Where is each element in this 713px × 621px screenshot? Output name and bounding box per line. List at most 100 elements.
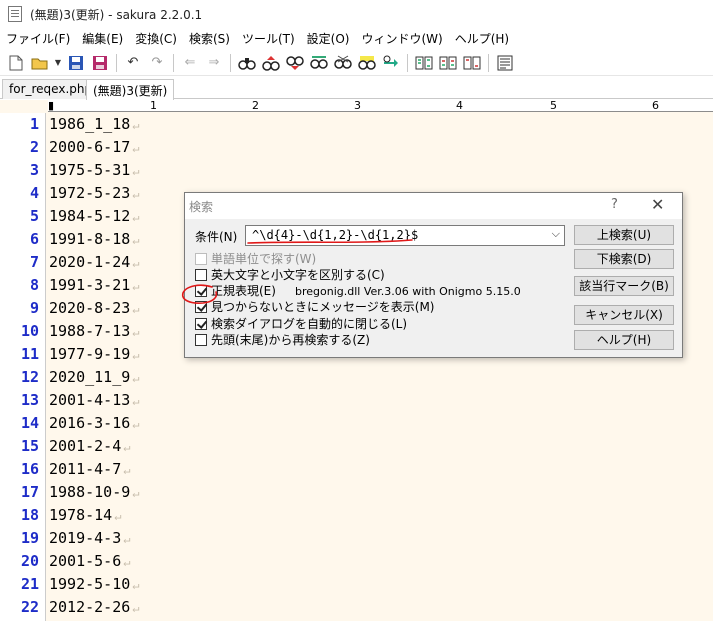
menu-convert[interactable]: 変換(C) [129, 30, 183, 47]
menu-tools[interactable]: ツール(T) [236, 30, 301, 47]
menu-search[interactable]: 検索(S) [183, 30, 236, 47]
line-content: 1975-5-31 [49, 161, 131, 179]
save-icon[interactable] [66, 53, 86, 73]
save-as-icon[interactable] [90, 53, 110, 73]
tab-untitled-3[interactable]: (無題)3(更新) [86, 79, 175, 100]
text-line[interactable]: 2012-2-26 ↵ [49, 598, 140, 616]
text-line[interactable]: 2020-1-24 ↵ [49, 253, 140, 271]
text-line[interactable]: 1991-3-21 ↵ [49, 276, 140, 294]
text-line[interactable]: 1988-7-13 ↵ [49, 322, 140, 340]
wrap-label: 先頭(末尾)から再検索する(Z) [211, 333, 370, 347]
line-number: 19 [20, 529, 39, 547]
eol-mark: ↵ [132, 233, 140, 247]
menu-window[interactable]: ウィンドウ(W) [355, 30, 448, 47]
wrap-checkbox[interactable] [195, 333, 207, 346]
search-up-icon[interactable] [261, 53, 281, 73]
open-folder-icon[interactable] [30, 53, 50, 73]
text-line[interactable]: 1972-5-23 ↵ [49, 184, 140, 202]
text-line[interactable]: 2019-4-3 ↵ [49, 529, 130, 547]
line-content: 1991-8-18 [49, 230, 131, 248]
cancel-button[interactable]: キャンセル(X) [574, 305, 674, 325]
eol-mark: ↵ [123, 555, 131, 569]
text-line[interactable]: 2001-2-4 ↵ [49, 437, 130, 455]
search-condition-combobox[interactable]: ^\d{4}-\d{1,2}-\d{1,2}$ ⌵ [245, 225, 565, 246]
menu-file[interactable]: ファイル(F) [0, 30, 76, 47]
mark-search-icon[interactable] [357, 53, 377, 73]
ruler: ▮ 1 2 3 4 5 6 [48, 100, 713, 112]
help-question-icon[interactable]: ? [611, 197, 618, 212]
toolbar: ▼ ↶ ↷ ⇐ ⇒ [0, 50, 713, 76]
text-line[interactable]: 1978-14 ↵ [49, 506, 121, 524]
eol-mark: ↵ [132, 578, 140, 592]
tab-for-reqex[interactable]: for_reqex.php [2, 79, 100, 99]
text-line[interactable]: 2000-6-17 ↵ [49, 138, 140, 156]
eol-mark: ↵ [132, 141, 140, 155]
menu-settings[interactable]: 設定(O) [301, 30, 356, 47]
menu-help[interactable]: ヘルプ(H) [449, 30, 515, 47]
notify-checkbox[interactable] [195, 300, 207, 313]
search-condition-input[interactable]: ^\d{4}-\d{1,2}-\d{1,2}$ [252, 228, 418, 242]
eol-mark: ↵ [114, 509, 122, 523]
search-binoculars-icon[interactable] [237, 53, 257, 73]
option-notify-not-found[interactable]: 見つからないときにメッセージを表示(M) [195, 299, 434, 314]
text-line[interactable]: 1992-5-10 ↵ [49, 575, 140, 593]
compare-icon[interactable] [414, 53, 434, 73]
chevron-down-icon[interactable]: ⌵ [552, 227, 560, 241]
dropdown-arrow-icon[interactable]: ▼ [54, 53, 62, 73]
text-line[interactable]: 1991-8-18 ↵ [49, 230, 140, 248]
line-number: 22 [20, 598, 39, 616]
help-button[interactable]: ヘルプ(H) [574, 330, 674, 350]
text-line[interactable]: 1977-9-19 ↵ [49, 345, 140, 363]
line-number: 16 [20, 460, 39, 478]
text-line[interactable]: 1986_1_18 ↵ [49, 115, 140, 133]
option-word-unit[interactable]: 単語単位で探す(W) [195, 251, 316, 266]
text-line[interactable]: 2020-8-23 ↵ [49, 299, 140, 317]
back-icon[interactable]: ⇐ [180, 53, 200, 73]
eol-mark: ↵ [132, 164, 140, 178]
new-file-icon[interactable] [6, 53, 26, 73]
ruler-label: 2 [252, 100, 259, 112]
text-line[interactable]: 1984-5-12 ↵ [49, 207, 140, 225]
text-line[interactable]: 2001-4-13 ↵ [49, 391, 140, 409]
menu-edit[interactable]: 編集(E) [76, 30, 129, 47]
match-case-checkbox[interactable] [195, 268, 207, 281]
text-line[interactable]: 1975-5-31 ↵ [49, 161, 140, 179]
text-line[interactable]: 2001-5-6 ↵ [49, 552, 130, 570]
option-match-case[interactable]: 英大文字と小文字を区別する(C) [195, 267, 385, 282]
dialog-title-bar: 検索 ? ✕ [185, 193, 682, 219]
option-auto-close[interactable]: 検索ダイアログを自動的に閉じる(L) [195, 316, 407, 331]
word-unit-checkbox[interactable] [195, 252, 207, 265]
mark-lines-button[interactable]: 該当行マーク(B) [574, 276, 674, 296]
text-line[interactable]: 1988-10-9 ↵ [49, 483, 140, 501]
outline-icon[interactable] [495, 53, 515, 73]
line-number: 7 [29, 253, 39, 271]
search-up-button[interactable]: 上検索(U) [574, 225, 674, 245]
diff-prev-icon[interactable] [462, 53, 482, 73]
text-line[interactable]: 2016-3-16 ↵ [49, 414, 140, 432]
jump-icon[interactable] [381, 53, 401, 73]
replace-icon[interactable] [309, 53, 329, 73]
forward-icon[interactable]: ⇒ [204, 53, 224, 73]
option-regex[interactable]: 正規表現(E) [195, 283, 276, 298]
text-line[interactable]: 2020_11_9 ↵ [49, 368, 140, 386]
redo-icon[interactable]: ↷ [147, 53, 167, 73]
regex-checkbox[interactable] [195, 284, 207, 297]
line-number-gutter: 1 2 3 4 5 6 7 8 9 10 11 12 13 14 15 16 1… [0, 113, 46, 621]
search-down-icon[interactable] [285, 53, 305, 73]
option-wrap-search[interactable]: 先頭(末尾)から再検索する(Z) [195, 332, 370, 347]
close-icon[interactable]: ✕ [651, 195, 664, 214]
auto-close-checkbox[interactable] [195, 317, 207, 330]
line-content: 2012-2-26 [49, 598, 131, 616]
text-line[interactable]: 2011-4-7 ↵ [49, 460, 130, 478]
undo-icon[interactable]: ↶ [123, 53, 143, 73]
eol-mark: ↵ [132, 371, 140, 385]
line-content: 2016-3-16 [49, 414, 131, 432]
line-number: 5 [29, 207, 39, 225]
toolbar-separator [173, 53, 174, 72]
editor-area[interactable]: ▮ 1 2 3 4 5 6 1 2 3 4 5 6 7 8 9 10 11 12… [0, 100, 713, 621]
line-number: 6 [29, 230, 39, 248]
grep-icon[interactable] [333, 53, 353, 73]
diff-next-icon[interactable] [438, 53, 458, 73]
line-content: 1988-10-9 [49, 483, 131, 501]
search-down-button[interactable]: 下検索(D) [574, 249, 674, 269]
